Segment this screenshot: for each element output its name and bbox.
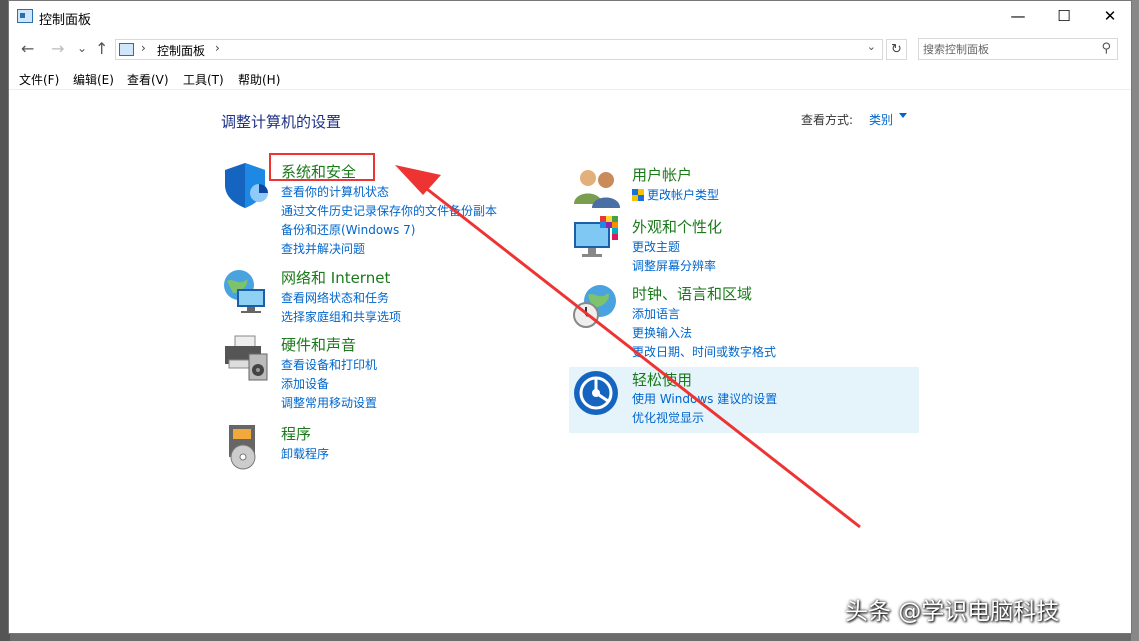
- view-by-label: 查看方式:: [801, 113, 854, 127]
- category-title[interactable]: 轻松使用: [632, 369, 692, 390]
- link-screen-resolution[interactable]: 调整屏幕分辨率: [632, 257, 716, 274]
- link-windows-recommended-settings[interactable]: 使用 Windows 建议的设置: [632, 390, 777, 407]
- link-network-status[interactable]: 查看网络状态和任务: [281, 289, 389, 306]
- link-devices-printers[interactable]: 查看设备和打印机: [281, 356, 377, 373]
- search-input[interactable]: [923, 41, 1093, 57]
- link-troubleshoot[interactable]: 查找并解决问题: [281, 240, 365, 257]
- uac-shield-icon: [632, 189, 644, 201]
- category-title[interactable]: 外观和个性化: [632, 216, 722, 237]
- link-homegroup-sharing[interactable]: 选择家庭组和共享选项: [281, 308, 401, 325]
- address-field[interactable]: › 控制面板 › ⌄: [115, 39, 883, 60]
- search-icon[interactable]: ⚲: [1101, 41, 1111, 56]
- control-panel-small-icon: [119, 43, 134, 56]
- breadcrumb-chevron-icon[interactable]: ›: [141, 41, 146, 55]
- menu-tools[interactable]: 工具(T): [183, 71, 224, 88]
- link-change-theme[interactable]: 更改主题: [632, 238, 680, 255]
- minimize-button[interactable]: —: [995, 1, 1041, 33]
- link-file-history-backup[interactable]: 通过文件历史记录保存你的文件备份副本: [281, 202, 497, 219]
- address-bar-row: ← → ⌄ ↑ › 控制面板 › ⌄ ↻ ⚲: [9, 35, 1131, 63]
- ease-of-access-icon: [574, 371, 618, 415]
- menu-edit[interactable]: 编辑(E): [73, 71, 114, 88]
- menu-view[interactable]: 查看(V): [127, 71, 169, 88]
- link-uninstall-program[interactable]: 卸载程序: [281, 445, 329, 462]
- link-view-computer-status[interactable]: 查看你的计算机状态: [281, 183, 389, 200]
- breadcrumb-control-panel[interactable]: 控制面板: [157, 42, 205, 59]
- link-date-time-format[interactable]: 更改日期、时间或数字格式: [632, 343, 776, 360]
- refresh-icon[interactable]: ↻: [886, 39, 907, 60]
- link-add-language[interactable]: 添加语言: [632, 305, 680, 322]
- programs-disc-icon: [229, 425, 256, 470]
- menu-bar: 文件(F) 编辑(E) 查看(V) 工具(T) 帮助(H): [9, 67, 1131, 90]
- category-title[interactable]: 硬件和声音: [281, 334, 356, 355]
- annotation-highlight-box: [269, 153, 375, 181]
- link-change-input-method[interactable]: 更换输入法: [632, 324, 692, 341]
- link-add-device[interactable]: 添加设备: [281, 375, 329, 392]
- users-icon: [574, 170, 620, 208]
- up-arrow-icon[interactable]: ↑: [95, 39, 108, 58]
- annotation-arrow: [395, 165, 861, 529]
- background-window-strip-right: [1131, 0, 1139, 641]
- maximize-button[interactable]: ☐: [1041, 1, 1087, 33]
- window-title: 控制面板: [39, 13, 92, 28]
- link-optimize-visual-display[interactable]: 优化视觉显示: [632, 409, 704, 426]
- menu-help[interactable]: 帮助(H): [238, 71, 280, 88]
- category-title[interactable]: 时钟、语言和区域: [632, 283, 752, 304]
- printer-speaker-icon: [225, 335, 268, 381]
- close-button[interactable]: ✕: [1087, 1, 1131, 33]
- title-bar[interactable]: 控制面板 — ☐ ✕: [9, 1, 1131, 33]
- view-by-caret-icon[interactable]: [899, 113, 907, 118]
- view-by-dropdown[interactable]: 类别: [869, 111, 893, 128]
- clock-globe-icon: [573, 285, 616, 328]
- back-arrow-icon[interactable]: ←: [21, 39, 34, 58]
- shield-icon: [225, 163, 268, 208]
- watermark-text: 头条 @学识电脑科技: [845, 599, 1060, 625]
- link-label: 更改帐户类型: [647, 188, 720, 202]
- link-backup-restore[interactable]: 备份和还原(Windows 7): [281, 221, 415, 238]
- breadcrumb-chevron-icon[interactable]: ›: [215, 41, 220, 55]
- network-globe-icon: [224, 270, 265, 313]
- forward-arrow-icon[interactable]: →: [51, 39, 64, 58]
- page-title: 调整计算机的设置: [221, 113, 342, 131]
- recent-locations-chevron-icon[interactable]: ⌄: [77, 41, 87, 55]
- content-area: 调整计算机的设置 查看方式: 类别 系统和安全 查看你的计算机状态 通过文件历史…: [9, 91, 1131, 633]
- control-panel-icon: [17, 9, 33, 23]
- menu-file[interactable]: 文件(F): [19, 71, 59, 88]
- category-title[interactable]: 网络和 Internet: [281, 267, 390, 288]
- category-title[interactable]: 程序: [281, 423, 311, 444]
- address-dropdown-icon[interactable]: ⌄: [867, 40, 876, 53]
- control-panel-window: 控制面板 — ☐ ✕ ← → ⌄ ↑ › 控制面板 › ⌄ ↻ ⚲ 文件(F) …: [8, 0, 1132, 634]
- search-box[interactable]: ⚲: [918, 38, 1118, 60]
- link-change-account-type[interactable]: 更改帐户类型: [632, 186, 719, 203]
- monitor-palette-icon: [574, 216, 618, 257]
- category-title[interactable]: 用户帐户: [632, 164, 692, 185]
- link-mobility-settings[interactable]: 调整常用移动设置: [281, 394, 377, 411]
